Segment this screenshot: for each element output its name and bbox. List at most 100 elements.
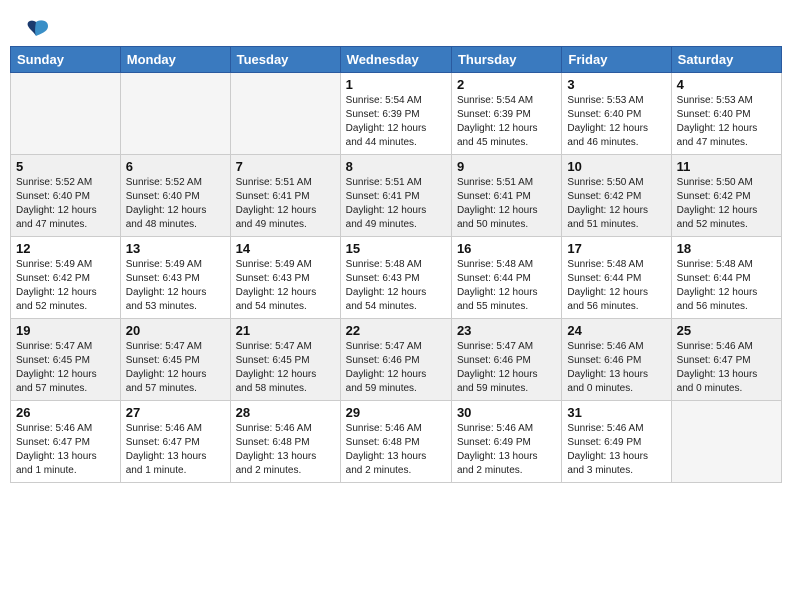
calendar-cell: 6Sunrise: 5:52 AM Sunset: 6:40 PM Daylig… (120, 155, 230, 237)
calendar-cell: 29Sunrise: 5:46 AM Sunset: 6:48 PM Dayli… (340, 401, 451, 483)
day-info: Sunrise: 5:46 AM Sunset: 6:48 PM Dayligh… (236, 422, 335, 478)
calendar-week-row: 26 Sunrise: 5:46 AM Sunset: 6:47 PM Dayli… (11, 401, 782, 483)
day-number: 26 (16, 405, 115, 420)
day-info: Sunrise: 5:47 AM Sunset: 6:46 PM Dayligh… (346, 340, 446, 396)
day-info: Sunrise: 5:54 AM Sunset: 6:39 PM Dayligh… (346, 94, 446, 150)
day-number: 31 (567, 405, 665, 420)
day-info: Sunrise: 5:52 AM Sunset: 6:40 PM Dayligh… (126, 176, 225, 232)
day-number: 18 (677, 241, 776, 256)
day-number: 23 (457, 323, 556, 338)
day-info: Sunrise: 5:46 AM Sunset: 6:46 PM Dayligh… (567, 340, 665, 396)
day-number: 4 (677, 77, 776, 92)
day-number: 24 (567, 323, 665, 338)
calendar-cell: 23 Sunrise: 5:47 AM Sunset: 6:46 PM Dayli… (451, 319, 561, 401)
day-number: 7 (236, 159, 335, 174)
day-info: Sunrise: 5:48 AM Sunset: 6:44 PM Dayligh… (567, 258, 665, 314)
calendar-cell: 28 Sunrise: 5:46 AM Sunset: 6:48 PM Dayli… (230, 401, 340, 483)
calendar-week-row: 1 Sunrise: 5:54 AM Sunset: 6:39 PM Daylig… (11, 73, 782, 155)
day-number: 10 (567, 159, 665, 174)
calendar-cell: 14 Sunrise: 5:49 AM Sunset: 6:43 PM Dayli… (230, 237, 340, 319)
day-number: 29 (346, 405, 446, 420)
calendar-cell: 8 Sunrise: 5:51 AM Sunset: 6:41 PM Daylig… (340, 155, 451, 237)
day-number: 17 (567, 241, 665, 256)
calendar-cell: 4 Sunrise: 5:53 AM Sunset: 6:40 PM Daylig… (671, 73, 781, 155)
day-number: 20 (126, 323, 225, 338)
day-info: Sunrise: 5:50 AM Sunset: 6:42 PM Dayligh… (567, 176, 665, 232)
day-info: Sunrise: 5:53 AM Sunset: 6:40 PM Dayligh… (567, 94, 665, 150)
day-info: Sunrise: 5:54 AM Sunset: 6:39 PM Dayligh… (457, 94, 556, 150)
day-info: Sunrise: 5:46 AM Sunset: 6:47 PM Dayligh… (16, 422, 115, 478)
day-info: Sunrise: 5:51 AM Sunset: 6:41 PM Dayligh… (457, 176, 556, 232)
day-info: Sunrise: 5:49 AM Sunset: 6:43 PM Dayligh… (126, 258, 225, 314)
day-number: 11 (677, 159, 776, 174)
calendar-week-row: 19 Sunrise: 5:47 AM Sunset: 6:45 PM Dayli… (11, 319, 782, 401)
weekday-header-friday: Friday (562, 47, 671, 73)
weekday-header-monday: Monday (120, 47, 230, 73)
day-info: Sunrise: 5:53 AM Sunset: 6:40 PM Dayligh… (677, 94, 776, 150)
calendar-cell: 9 Sunrise: 5:51 AM Sunset: 6:41 PM Daylig… (451, 155, 561, 237)
calendar-table: SundayMondayTuesdayWednesdayThursdayFrid… (10, 46, 782, 483)
day-number: 1 (346, 77, 446, 92)
day-info: Sunrise: 5:51 AM Sunset: 6:41 PM Dayligh… (346, 176, 446, 232)
calendar-cell: 18 Sunrise: 5:48 AM Sunset: 6:44 PM Dayli… (671, 237, 781, 319)
calendar-cell: 17 Sunrise: 5:48 AM Sunset: 6:44 PM Dayli… (562, 237, 671, 319)
calendar-cell: 16Sunrise: 5:48 AM Sunset: 6:44 PM Dayli… (451, 237, 561, 319)
day-info: Sunrise: 5:46 AM Sunset: 6:47 PM Dayligh… (677, 340, 776, 396)
calendar-cell: 15Sunrise: 5:48 AM Sunset: 6:43 PM Dayli… (340, 237, 451, 319)
day-info: Sunrise: 5:49 AM Sunset: 6:42 PM Dayligh… (16, 258, 115, 314)
weekday-header-wednesday: Wednesday (340, 47, 451, 73)
calendar-cell (230, 73, 340, 155)
calendar-cell: 13 Sunrise: 5:49 AM Sunset: 6:43 PM Dayli… (120, 237, 230, 319)
calendar-week-row: 12 Sunrise: 5:49 AM Sunset: 6:42 PM Dayli… (11, 237, 782, 319)
day-number: 5 (16, 159, 115, 174)
day-number: 3 (567, 77, 665, 92)
weekday-header-thursday: Thursday (451, 47, 561, 73)
day-number: 15 (346, 241, 446, 256)
day-number: 8 (346, 159, 446, 174)
page-header (10, 10, 782, 40)
day-number: 22 (346, 323, 446, 338)
calendar-cell: 31 Sunrise: 5:46 AM Sunset: 6:49 PM Dayli… (562, 401, 671, 483)
calendar-week-row: 5 Sunrise: 5:52 AM Sunset: 6:40 PM Daylig… (11, 155, 782, 237)
weekday-header-sunday: Sunday (11, 47, 121, 73)
calendar-cell (120, 73, 230, 155)
calendar-header-row: SundayMondayTuesdayWednesdayThursdayFrid… (11, 47, 782, 73)
calendar-cell: 26 Sunrise: 5:46 AM Sunset: 6:47 PM Dayli… (11, 401, 121, 483)
calendar-cell: 30Sunrise: 5:46 AM Sunset: 6:49 PM Dayli… (451, 401, 561, 483)
calendar-cell: 27Sunrise: 5:46 AM Sunset: 6:47 PM Dayli… (120, 401, 230, 483)
calendar-cell: 10 Sunrise: 5:50 AM Sunset: 6:42 PM Dayli… (562, 155, 671, 237)
day-info: Sunrise: 5:47 AM Sunset: 6:45 PM Dayligh… (16, 340, 115, 396)
calendar-cell: 22 Sunrise: 5:47 AM Sunset: 6:46 PM Dayli… (340, 319, 451, 401)
day-info: Sunrise: 5:50 AM Sunset: 6:42 PM Dayligh… (677, 176, 776, 232)
calendar-cell: 2 Sunrise: 5:54 AM Sunset: 6:39 PM Daylig… (451, 73, 561, 155)
day-number: 14 (236, 241, 335, 256)
calendar-cell (671, 401, 781, 483)
day-info: Sunrise: 5:48 AM Sunset: 6:44 PM Dayligh… (457, 258, 556, 314)
day-info: Sunrise: 5:49 AM Sunset: 6:43 PM Dayligh… (236, 258, 335, 314)
day-number: 25 (677, 323, 776, 338)
day-info: Sunrise: 5:47 AM Sunset: 6:46 PM Dayligh… (457, 340, 556, 396)
day-number: 13 (126, 241, 225, 256)
day-info: Sunrise: 5:51 AM Sunset: 6:41 PM Dayligh… (236, 176, 335, 232)
day-number: 2 (457, 77, 556, 92)
day-number: 27 (126, 405, 225, 420)
calendar-cell: 21 Sunrise: 5:47 AM Sunset: 6:45 PM Dayli… (230, 319, 340, 401)
day-number: 9 (457, 159, 556, 174)
logo (20, 18, 50, 36)
day-info: Sunrise: 5:46 AM Sunset: 6:49 PM Dayligh… (457, 422, 556, 478)
calendar-cell: 25 Sunrise: 5:46 AM Sunset: 6:47 PM Dayli… (671, 319, 781, 401)
day-number: 19 (16, 323, 115, 338)
day-info: Sunrise: 5:47 AM Sunset: 6:45 PM Dayligh… (236, 340, 335, 396)
day-info: Sunrise: 5:46 AM Sunset: 6:49 PM Dayligh… (567, 422, 665, 478)
calendar-cell: 19 Sunrise: 5:47 AM Sunset: 6:45 PM Dayli… (11, 319, 121, 401)
calendar-cell: 5Sunrise: 5:52 AM Sunset: 6:40 PM Daylig… (11, 155, 121, 237)
weekday-header-tuesday: Tuesday (230, 47, 340, 73)
logo-bird-icon (22, 18, 50, 40)
day-info: Sunrise: 5:47 AM Sunset: 6:45 PM Dayligh… (126, 340, 225, 396)
calendar-cell: 12 Sunrise: 5:49 AM Sunset: 6:42 PM Dayli… (11, 237, 121, 319)
day-info: Sunrise: 5:48 AM Sunset: 6:44 PM Dayligh… (677, 258, 776, 314)
day-number: 12 (16, 241, 115, 256)
day-number: 21 (236, 323, 335, 338)
weekday-header-saturday: Saturday (671, 47, 781, 73)
day-number: 28 (236, 405, 335, 420)
